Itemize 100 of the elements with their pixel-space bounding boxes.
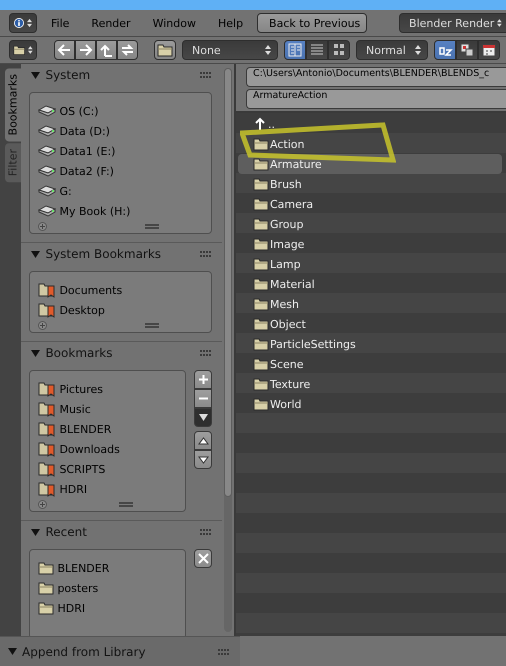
thumbnails-icon: [331, 42, 347, 58]
list-item[interactable]: Pictures: [38, 379, 185, 399]
folder-icon: [253, 217, 269, 231]
file-row[interactable]: Lamp: [238, 254, 502, 274]
add-icon[interactable]: [38, 222, 48, 230]
directory-path-field[interactable]: C:\Users\Antonio\Documents\BLENDER\BLENDS_c: [246, 67, 506, 87]
file-row[interactable]: Object: [238, 314, 502, 334]
list-item[interactable]: OS (C:): [38, 101, 211, 121]
render-engine-dropdown[interactable]: Blender Render: [399, 13, 506, 33]
up-down-arrows-icon: [28, 44, 33, 56]
display-mode-dropdown[interactable]: None: [182, 40, 278, 60]
file-row[interactable]: World: [238, 394, 502, 414]
up-down-arrows-icon: [27, 17, 32, 29]
list-item[interactable]: Data2 (F:): [38, 161, 211, 181]
list-item[interactable]: Documents: [38, 280, 211, 300]
list-item[interactable]: Data (D:): [38, 121, 211, 141]
drag-handle-icon[interactable]: [200, 72, 212, 78]
drag-handle-icon[interactable]: [200, 251, 212, 257]
panel-title[interactable]: Recent: [45, 525, 195, 539]
list-item[interactable]: G:: [38, 181, 211, 201]
file-row[interactable]: Group: [238, 214, 502, 234]
move-up-button[interactable]: [194, 431, 212, 450]
file-row[interactable]: Material: [238, 274, 502, 294]
folder-icon: [253, 397, 269, 411]
resize-handle-icon[interactable]: [145, 224, 159, 228]
drive-icon: [38, 185, 56, 197]
panel-title[interactable]: System Bookmarks: [45, 247, 195, 261]
file-name-field[interactable]: ArmatureAction: [246, 89, 506, 109]
sort-button[interactable]: [456, 40, 478, 60]
sort-button[interactable]: [434, 40, 456, 60]
sort-by-type-icon: [459, 42, 475, 58]
specials-menu-button[interactable]: [194, 408, 212, 427]
disclosure-triangle-icon[interactable]: [31, 70, 40, 80]
resize-handle-icon[interactable]: [119, 502, 133, 506]
file-row[interactable]: Brush: [238, 174, 502, 194]
add-bookmark-button[interactable]: [194, 370, 212, 389]
clear-recent-button[interactable]: [194, 549, 212, 568]
file-row[interactable]: Mesh: [238, 294, 502, 314]
navigation-button[interactable]: [54, 40, 75, 60]
menu-item[interactable]: Window: [144, 16, 204, 30]
view-mode-button[interactable]: [306, 40, 328, 60]
menu-item[interactable]: Render: [83, 16, 139, 30]
list-item[interactable]: Music: [38, 399, 185, 419]
drive-icon: [38, 145, 56, 157]
move-down-button[interactable]: [194, 450, 212, 469]
navigation-button[interactable]: [117, 40, 138, 60]
short-list-icon: [287, 42, 303, 58]
info-editor-button[interactable]: [9, 13, 37, 33]
drag-handle-icon[interactable]: [218, 648, 230, 654]
list-item[interactable]: Downloads: [38, 439, 185, 459]
navigation-button[interactable]: [96, 40, 117, 60]
disclosure-triangle-icon[interactable]: [31, 528, 40, 536]
file-row[interactable]: Action: [238, 134, 502, 154]
menu-item[interactable]: Help: [210, 16, 252, 30]
drag-handle-icon[interactable]: [200, 350, 212, 356]
drag-handle-icon[interactable]: [200, 529, 212, 535]
file-row[interactable]: Image: [238, 234, 502, 254]
disclosure-triangle-icon[interactable]: [31, 348, 40, 358]
view-mode-button[interactable]: [328, 40, 350, 60]
add-icon[interactable]: [38, 500, 48, 508]
panel-title[interactable]: Bookmarks: [45, 346, 195, 360]
list-item[interactable]: Desktop: [38, 300, 211, 320]
list-item[interactable]: HDRI: [38, 598, 185, 618]
up-arrow-icon: [253, 117, 267, 131]
navigation-button[interactable]: [75, 40, 96, 60]
resize-handle-icon[interactable]: [145, 322, 159, 328]
bookmark-folder-icon: [38, 381, 56, 397]
menu-item[interactable]: File: [43, 16, 78, 30]
bookmark-folder-icon: [38, 282, 56, 298]
sort-button[interactable]: [478, 40, 500, 60]
sidebar-tab[interactable]: Bookmarks: [5, 68, 22, 142]
folder-icon: [253, 157, 269, 171]
editor-type-button[interactable]: [9, 40, 37, 60]
file-row[interactable]: Camera: [238, 194, 502, 214]
file-row[interactable]: Texture: [238, 374, 502, 394]
remove-bookmark-button[interactable]: [194, 389, 212, 408]
up-down-arrows-icon: [415, 44, 421, 56]
file-row[interactable]: ParticleSettings: [238, 334, 502, 354]
drive-icon: [38, 125, 56, 137]
list-item[interactable]: HDRI: [38, 479, 185, 499]
file-row[interactable]: ..: [238, 114, 502, 134]
list-item[interactable]: BLENDER: [38, 558, 185, 578]
list-item[interactable]: BLENDER: [38, 419, 185, 439]
panel-title[interactable]: System: [45, 68, 195, 82]
back-to-previous-button[interactable]: Back to Previous: [257, 13, 368, 33]
drive-icon: [38, 105, 56, 117]
new-folder-button[interactable]: [154, 40, 176, 60]
add-icon[interactable]: [38, 320, 48, 330]
thumbnail-size-dropdown[interactable]: Normal: [356, 40, 428, 60]
list-item[interactable]: posters: [38, 578, 185, 598]
list-item[interactable]: My Book (H:): [38, 201, 211, 221]
list-item[interactable]: SCRIPTS: [38, 459, 185, 479]
list-item[interactable]: Data1 (E:): [38, 141, 211, 161]
folder-icon: [253, 277, 269, 291]
scrollbar[interactable]: [224, 68, 232, 632]
disclosure-triangle-icon[interactable]: [8, 647, 17, 656]
up-down-arrows-icon: [497, 17, 502, 29]
disclosure-triangle-icon[interactable]: [31, 250, 40, 258]
view-mode-button[interactable]: [284, 40, 306, 60]
file-row[interactable]: Scene: [238, 354, 502, 374]
